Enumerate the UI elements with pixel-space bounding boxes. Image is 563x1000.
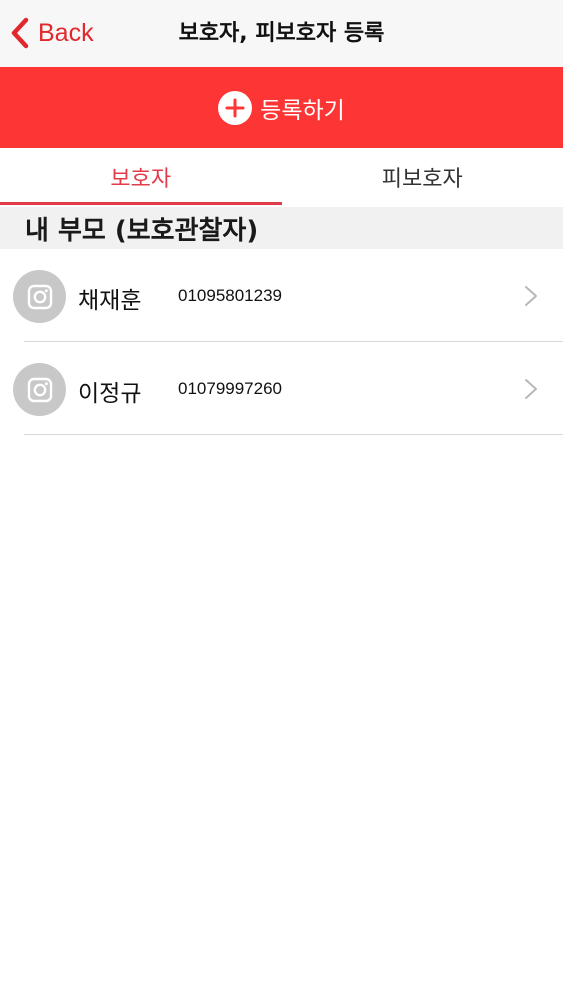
app-screen: Back 보호자, 피보호자 등록 등록하기 보호자 피보호자 내 부모 (보호… <box>0 0 563 1000</box>
contact-phone: 01079997260 <box>178 379 283 398</box>
avatar <box>13 270 66 323</box>
tab-guardian[interactable]: 보호자 <box>0 148 282 205</box>
page-title: 보호자, 피보호자 등록 <box>178 21 385 46</box>
contact-list: 채재훈 01095801239 이정규 01079997260 <box>0 249 563 435</box>
active-tab-indicator <box>0 202 282 205</box>
tab-guardian-label: 보호자 <box>110 166 172 192</box>
contact-name: 이정규 <box>78 381 142 407</box>
tab-ward-label: 피보호자 <box>381 166 463 192</box>
navigation-bar: Back 보호자, 피보호자 등록 <box>0 0 563 67</box>
chevron-right-icon <box>525 286 537 306</box>
tab-bar: 보호자 피보호자 <box>0 148 563 205</box>
camera-icon <box>27 377 52 402</box>
tab-ward[interactable]: 피보호자 <box>282 148 563 205</box>
list-item[interactable]: 이정규 01079997260 <box>0 342 563 435</box>
register-label: 등록하기 <box>260 97 345 124</box>
row-divider <box>24 434 563 435</box>
contact-name: 채재훈 <box>78 288 142 314</box>
plus-circle-icon <box>218 90 253 125</box>
avatar <box>13 363 66 416</box>
section-header: 내 부모 (보호관찰자) <box>0 207 563 249</box>
contact-phone: 01095801239 <box>178 286 283 305</box>
list-item[interactable]: 채재훈 01095801239 <box>0 249 563 342</box>
camera-icon <box>27 284 52 309</box>
chevron-right-icon <box>525 379 537 399</box>
register-button[interactable]: 등록하기 <box>0 67 563 148</box>
